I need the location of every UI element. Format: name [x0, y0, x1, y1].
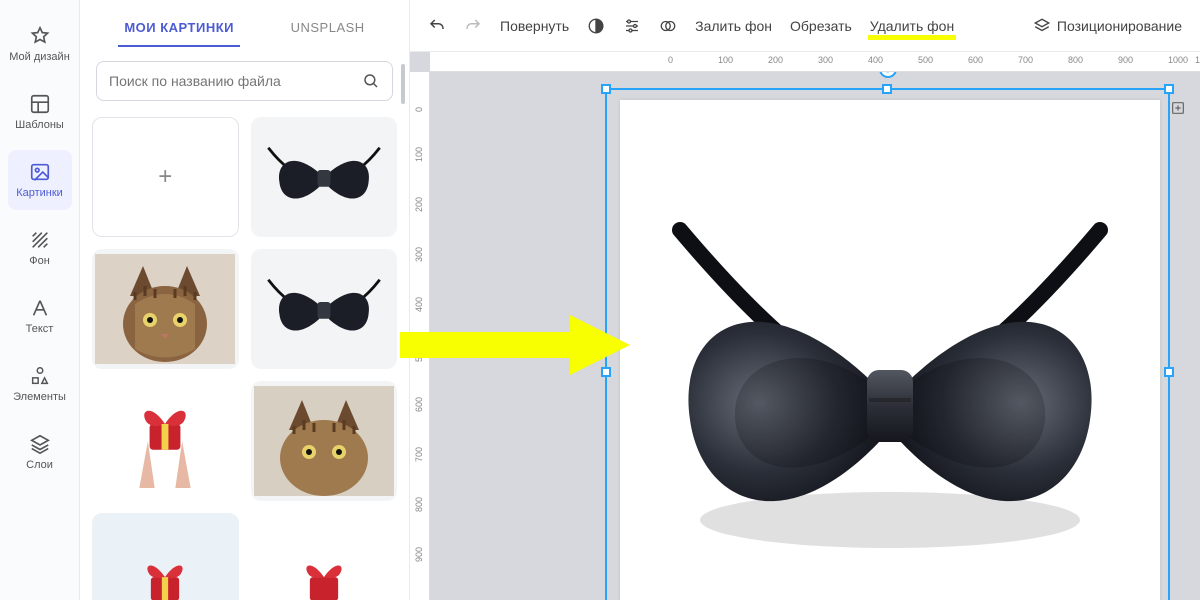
shapes-icon — [29, 365, 51, 387]
hatch-icon — [29, 229, 51, 251]
tab-unsplash[interactable]: UNSPLASH — [285, 14, 371, 47]
nav-layers[interactable]: Слои — [8, 422, 72, 482]
redo-button[interactable] — [464, 17, 482, 35]
ruler-tick: 100 — [414, 147, 424, 162]
library-panel: МОИ КАРТИНКИ UNSPLASH + — [80, 0, 410, 600]
ruler-tick: 100 — [718, 55, 733, 65]
nav-label: Мой дизайн — [9, 51, 70, 63]
ruler-tick: 600 — [414, 397, 424, 412]
thumb-cat[interactable] — [251, 381, 398, 501]
search-icon — [362, 72, 380, 90]
rotate-handle[interactable] — [879, 72, 897, 78]
fill-bg-button[interactable]: Залить фон — [695, 18, 772, 34]
thumb-bowtie[interactable] — [251, 117, 398, 237]
stack-icon — [1033, 17, 1051, 35]
nav-label: Текст — [26, 323, 54, 335]
thumb-grid: + — [80, 109, 409, 600]
image-icon — [29, 161, 51, 183]
gift-icon — [269, 530, 379, 600]
remove-bg-button[interactable]: Удалить фон — [870, 18, 954, 34]
resize-handle[interactable] — [601, 84, 611, 94]
contrast-button[interactable] — [587, 17, 605, 35]
ruler-tick: 800 — [1068, 55, 1083, 65]
workspace: Повернуть Залить фон Обрезать Удалить фо… — [410, 0, 1200, 600]
positioning-label: Позиционирование — [1057, 18, 1182, 34]
nav-elements[interactable]: Элементы — [8, 354, 72, 414]
search-input[interactable] — [109, 73, 362, 89]
undo-button[interactable] — [428, 17, 446, 35]
ruler-tick: 0 — [668, 55, 673, 65]
nav-label: Слои — [26, 459, 53, 471]
side-nav: Мой дизайн Шаблоны Картинки Фон Текст Эл… — [0, 0, 80, 600]
ruler-horizontal: 0 100 200 300 400 500 600 700 800 900 10… — [430, 52, 1200, 72]
ruler-tick: 1100 — [1195, 55, 1200, 65]
cat-icon — [254, 386, 394, 496]
layers-icon — [29, 433, 51, 455]
tab-my-images[interactable]: МОИ КАРТИНКИ — [118, 14, 240, 47]
thumb-cat[interactable] — [92, 249, 239, 369]
star-icon — [29, 25, 51, 47]
ruler-tick: 800 — [414, 497, 424, 512]
sliders-icon — [623, 17, 641, 35]
search-box[interactable] — [96, 61, 393, 101]
bowtie-icon — [259, 131, 389, 224]
overlap-icon — [659, 17, 677, 35]
templates-icon — [29, 93, 51, 115]
thumb-gift[interactable] — [92, 513, 239, 600]
nav-label: Шаблоны — [15, 119, 64, 131]
ruler-tick: 300 — [414, 247, 424, 262]
crop-button[interactable]: Обрезать — [790, 18, 852, 34]
redo-icon — [464, 17, 482, 35]
nav-label: Картинки — [16, 187, 63, 199]
overlap-button[interactable] — [659, 17, 677, 35]
selection-box[interactable] — [605, 88, 1170, 600]
ruler-tick: 0 — [414, 107, 424, 112]
resize-handle[interactable] — [882, 84, 892, 94]
ruler-tick: 200 — [414, 197, 424, 212]
add-image-button[interactable]: + — [92, 117, 239, 237]
contrast-icon — [587, 17, 605, 35]
nav-my-design[interactable]: Мой дизайн — [8, 14, 72, 74]
nav-background[interactable]: Фон — [8, 218, 72, 278]
resize-handle[interactable] — [1164, 84, 1174, 94]
rotate-button[interactable]: Повернуть — [500, 18, 569, 34]
library-tabs: МОИ КАРТИНКИ UNSPLASH — [80, 0, 409, 47]
ruler-tick: 900 — [414, 547, 424, 562]
ruler-tick: 300 — [818, 55, 833, 65]
ruler-tick: 700 — [1018, 55, 1033, 65]
resize-handle[interactable] — [1164, 367, 1174, 377]
nav-images[interactable]: Картинки — [8, 150, 72, 210]
thumb-bowtie[interactable] — [251, 249, 398, 369]
ruler-tick: 500 — [918, 55, 933, 65]
ruler-tick: 600 — [968, 55, 983, 65]
gift-icon — [110, 530, 220, 600]
adjust-button[interactable] — [623, 17, 641, 35]
scrollbar[interactable] — [401, 64, 405, 104]
ruler-tick: 700 — [414, 447, 424, 462]
ruler-tick: 200 — [768, 55, 783, 65]
positioning-button[interactable]: Позиционирование — [1033, 17, 1182, 35]
ruler-tick: 400 — [868, 55, 883, 65]
cat-icon — [95, 254, 235, 364]
nav-text[interactable]: Текст — [8, 286, 72, 346]
nav-label: Элементы — [13, 391, 66, 403]
thumb-gift[interactable] — [251, 513, 398, 600]
text-icon — [29, 297, 51, 319]
nav-templates[interactable]: Шаблоны — [8, 82, 72, 142]
app-root: Мой дизайн Шаблоны Картинки Фон Текст Эл… — [0, 0, 1200, 600]
undo-icon — [428, 17, 446, 35]
gift-icon — [105, 394, 225, 488]
top-toolbar: Повернуть Залить фон Обрезать Удалить фо… — [410, 0, 1200, 52]
ruler-tick: 900 — [1118, 55, 1133, 65]
thumb-gift[interactable] — [92, 381, 239, 501]
ruler-tick: 1000 — [1168, 55, 1188, 65]
instruction-arrow — [400, 310, 640, 380]
nav-label: Фон — [29, 255, 50, 267]
bowtie-icon — [259, 263, 389, 356]
add-page-icon[interactable] — [1170, 100, 1186, 116]
